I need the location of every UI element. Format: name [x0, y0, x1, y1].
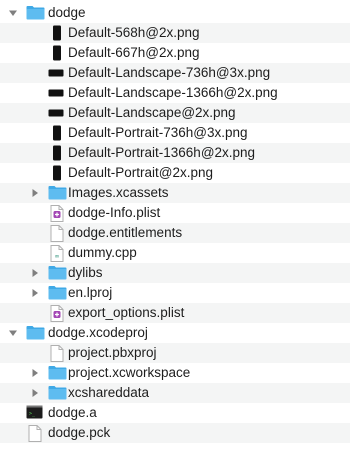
tree-item-label: Default-Landscape-736h@3x.png — [68, 65, 271, 80]
tree-row[interactable]: dodge-Info.plist — [0, 203, 350, 223]
tree-item-label: dodge — [48, 5, 86, 20]
tree-row[interactable]: Default-Portrait-1366h@2x.png — [0, 143, 350, 163]
svg-text:∞: ∞ — [55, 253, 60, 260]
svg-text:>_: >_ — [29, 411, 36, 417]
tree-row[interactable]: >_ dodge.a — [0, 403, 350, 423]
tree-item-label: Default-Landscape-1366h@2x.png — [68, 85, 278, 100]
plist-icon — [50, 205, 64, 222]
tree-item-label: dodge.entitlements — [68, 225, 183, 240]
tree-row[interactable]: project.xcworkspace — [0, 363, 350, 383]
folder-icon — [26, 5, 45, 21]
tree-row[interactable]: dodge.entitlements — [0, 223, 350, 243]
png-portrait-icon — [51, 45, 63, 61]
disclosure-expanded-icon[interactable] — [8, 8, 18, 18]
disclosure-collapsed-icon[interactable] — [30, 188, 40, 198]
tree-item-label: export_options.plist — [68, 305, 185, 320]
document-icon — [50, 225, 64, 242]
tree-row[interactable]: Default-Portrait@2x.png — [0, 163, 350, 183]
tree-row[interactable]: ∞ dummy.cpp — [0, 243, 350, 263]
tree-row[interactable]: Default-Landscape@2x.png — [0, 103, 350, 123]
png-portrait-icon — [51, 125, 63, 141]
tree-row[interactable]: dodge — [0, 3, 350, 23]
tree-item-label: Default-Portrait-1366h@2x.png — [68, 145, 256, 160]
png-portrait-icon — [51, 165, 63, 181]
tree-item-label: en.lproj — [68, 285, 113, 300]
plist-icon — [50, 305, 64, 322]
tree-item-label: dodge-Info.plist — [68, 205, 161, 220]
tree-item-label: Default-667h@2x.png — [68, 45, 200, 60]
tree-row[interactable]: xcshareddata — [0, 383, 350, 403]
tree-item-label: Images.xcassets — [68, 185, 169, 200]
tree-item-label: dodge.xcodeproj — [48, 325, 148, 340]
tree-row[interactable]: export_options.plist — [0, 303, 350, 323]
disclosure-expanded-icon[interactable] — [8, 328, 18, 338]
tree-row[interactable]: Default-568h@2x.png — [0, 23, 350, 43]
tree-row[interactable]: Default-Landscape-1366h@2x.png — [0, 83, 350, 103]
tree-row[interactable]: dylibs — [0, 263, 350, 283]
png-landscape-icon — [48, 85, 64, 101]
folder-icon — [48, 265, 67, 281]
folder-icon — [48, 185, 67, 201]
tree-item-label: dylibs — [68, 265, 103, 280]
cpp-file-icon: ∞ — [50, 245, 64, 262]
png-landscape-icon — [48, 65, 64, 81]
png-portrait-icon — [51, 25, 63, 41]
tree-item-label: Default-568h@2x.png — [68, 25, 200, 40]
tree-item-label: dodge.a — [48, 405, 97, 420]
tree-item-label: Default-Portrait@2x.png — [68, 165, 214, 180]
png-portrait-icon — [51, 145, 63, 161]
tree-item-label: xcshareddata — [68, 385, 150, 400]
folder-icon — [48, 365, 67, 381]
tree-item-label: project.pbxproj — [68, 345, 157, 360]
tree-item-label: dodge.pck — [48, 425, 111, 440]
tree-row[interactable]: dodge.pck — [0, 423, 350, 443]
tree-row[interactable]: en.lproj — [0, 283, 350, 303]
tree-row[interactable]: Default-Portrait-736h@3x.png — [0, 123, 350, 143]
tree-row[interactable]: project.pbxproj — [0, 343, 350, 363]
folder-icon — [26, 325, 45, 341]
png-landscape-icon — [48, 105, 64, 121]
tree-row[interactable]: Images.xcassets — [0, 183, 350, 203]
file-tree: dodge Default-568h@2x.png Default-667h@2… — [0, 0, 350, 450]
tree-item-label: project.xcworkspace — [68, 365, 191, 380]
document-icon — [28, 425, 42, 442]
document-icon — [50, 345, 64, 362]
disclosure-collapsed-icon[interactable] — [30, 388, 40, 398]
tree-row[interactable]: Default-667h@2x.png — [0, 43, 350, 63]
disclosure-collapsed-icon[interactable] — [30, 368, 40, 378]
tree-item-label: dummy.cpp — [68, 245, 137, 260]
terminal-binary-icon: >_ — [26, 405, 43, 421]
tree-row[interactable]: Default-Landscape-736h@3x.png — [0, 63, 350, 83]
tree-item-label: Default-Portrait-736h@3x.png — [68, 125, 248, 140]
disclosure-collapsed-icon[interactable] — [30, 268, 40, 278]
disclosure-collapsed-icon[interactable] — [30, 288, 40, 298]
folder-icon — [48, 385, 67, 401]
tree-item-label: Default-Landscape@2x.png — [68, 105, 236, 120]
tree-row[interactable]: dodge.xcodeproj — [0, 323, 350, 343]
folder-icon — [48, 285, 67, 301]
